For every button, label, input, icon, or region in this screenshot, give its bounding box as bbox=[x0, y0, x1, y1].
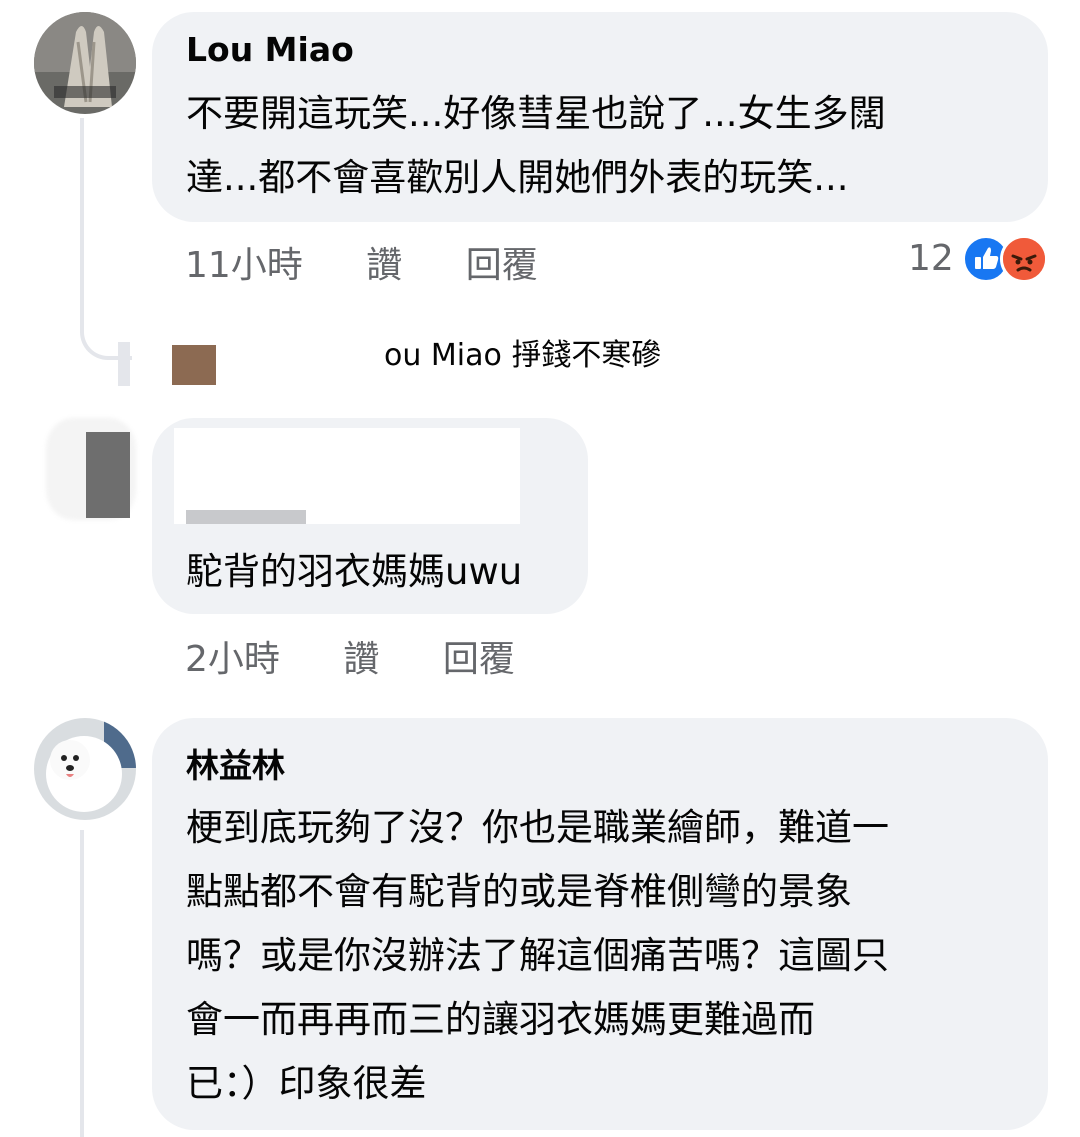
reply-button[interactable]: 回覆 bbox=[443, 639, 515, 680]
comment-text-line: 已：）印象很差 bbox=[186, 1062, 427, 1105]
praying-hands-photo-icon bbox=[34, 12, 136, 114]
comment-author[interactable]: 林益林 bbox=[186, 746, 285, 786]
like-button[interactable]: 讚 bbox=[366, 245, 402, 286]
comment-text-line: 嗎？或是你沒辦法了解這個痛苦嗎？這圖只 bbox=[186, 934, 889, 977]
comment-text-line: 梗到底玩夠了沒？你也是職業繪師，難道一 bbox=[186, 806, 889, 849]
comment-bubble: 駝背的羽衣媽媽uwu bbox=[152, 418, 588, 614]
angry-icon bbox=[999, 235, 1048, 283]
comment-text-line: 不要開這玩笑...好像彗星也說了...女生多闊 bbox=[186, 92, 886, 135]
thread-line bbox=[80, 118, 84, 318]
comment-text-line: 駝背的羽衣媽媽uwu bbox=[186, 550, 523, 593]
comment-author[interactable]: Lou Miao bbox=[186, 30, 354, 70]
reaction-count: 12 bbox=[908, 238, 954, 279]
comment-bubble: 林益林 梗到底玩夠了沒？你也是職業繪師，難道一 點點都不會有駝背的或是脊椎側彎的… bbox=[152, 718, 1048, 1130]
thread-connector-end bbox=[118, 342, 130, 386]
comment-timestamp[interactable]: 11小時 bbox=[185, 245, 303, 286]
thread-line bbox=[80, 830, 84, 1137]
avatar-redacted[interactable] bbox=[40, 418, 142, 520]
comment-author[interactable] bbox=[186, 510, 306, 524]
comment-text-line: 達...都不會喜歡別人開她們外表的玩笑... bbox=[186, 156, 849, 199]
comment-actions: 11小時 讚 回覆 bbox=[185, 244, 538, 288]
white-dog-photo-icon bbox=[34, 718, 136, 820]
reaction-summary[interactable]: 12 bbox=[908, 234, 1048, 284]
avatar-lin-yi-lin[interactable] bbox=[34, 718, 136, 820]
comment-text-line: 點點都不會有駝背的或是脊椎側彎的景象 bbox=[186, 870, 852, 913]
comment-actions: 2小時 讚 回覆 bbox=[185, 638, 515, 682]
comment-timestamp[interactable]: 2小時 bbox=[185, 639, 280, 680]
comment-text-line: 會一而再再而三的讓羽衣媽媽更難過而 bbox=[186, 998, 815, 1041]
avatar-lou-miao[interactable] bbox=[34, 12, 136, 114]
reply-button[interactable]: 回覆 bbox=[466, 245, 538, 286]
reply-preview[interactable]: ou Miao 掙錢不寒磣 bbox=[384, 336, 661, 376]
comment-bubble: Lou Miao 不要開這玩笑...好像彗星也說了...女生多闊 達...都不會… bbox=[152, 12, 1048, 222]
reply-avatar[interactable] bbox=[172, 345, 216, 385]
redaction-block bbox=[86, 432, 130, 518]
like-button[interactable]: 讚 bbox=[343, 639, 379, 680]
